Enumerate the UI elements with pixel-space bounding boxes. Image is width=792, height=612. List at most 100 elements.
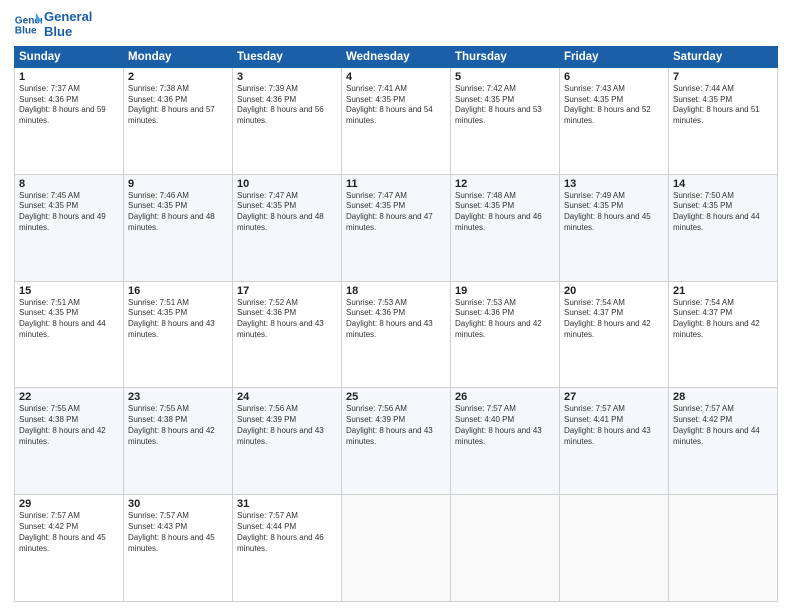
cell-content: Sunrise: 7:48 AMSunset: 4:35 PMDaylight:…: [455, 191, 555, 234]
cell-content: Sunrise: 7:51 AMSunset: 4:35 PMDaylight:…: [19, 298, 119, 341]
calendar-cell: 2 Sunrise: 7:38 AMSunset: 4:36 PMDayligh…: [124, 67, 233, 174]
weekday-header-thursday: Thursday: [451, 46, 560, 67]
cell-content: Sunrise: 7:45 AMSunset: 4:35 PMDaylight:…: [19, 191, 119, 234]
cell-content: Sunrise: 7:56 AMSunset: 4:39 PMDaylight:…: [346, 404, 446, 447]
day-number: 8: [19, 178, 119, 190]
calendar-cell: 18 Sunrise: 7:53 AMSunset: 4:36 PMDaylig…: [342, 281, 451, 388]
cell-content: Sunrise: 7:54 AMSunset: 4:37 PMDaylight:…: [564, 298, 664, 341]
cell-content: Sunrise: 7:57 AMSunset: 4:42 PMDaylight:…: [673, 404, 773, 447]
weekday-header-monday: Monday: [124, 46, 233, 67]
day-number: 6: [564, 71, 664, 83]
calendar-cell: 23 Sunrise: 7:55 AMSunset: 4:38 PMDaylig…: [124, 388, 233, 495]
cell-content: Sunrise: 7:42 AMSunset: 4:35 PMDaylight:…: [455, 84, 555, 127]
weekday-header-tuesday: Tuesday: [233, 46, 342, 67]
cell-content: Sunrise: 7:44 AMSunset: 4:35 PMDaylight:…: [673, 84, 773, 127]
cell-content: Sunrise: 7:57 AMSunset: 4:44 PMDaylight:…: [237, 511, 337, 554]
week-row-2: 8 Sunrise: 7:45 AMSunset: 4:35 PMDayligh…: [15, 174, 778, 281]
calendar-cell: 4 Sunrise: 7:41 AMSunset: 4:35 PMDayligh…: [342, 67, 451, 174]
logo-icon: General Blue: [14, 11, 42, 39]
day-number: 9: [128, 178, 228, 190]
calendar-cell: 26 Sunrise: 7:57 AMSunset: 4:40 PMDaylig…: [451, 388, 560, 495]
day-number: 7: [673, 71, 773, 83]
cell-content: Sunrise: 7:46 AMSunset: 4:35 PMDaylight:…: [128, 191, 228, 234]
day-number: 19: [455, 285, 555, 297]
day-number: 26: [455, 391, 555, 403]
calendar-cell: 5 Sunrise: 7:42 AMSunset: 4:35 PMDayligh…: [451, 67, 560, 174]
weekday-header-row: SundayMondayTuesdayWednesdayThursdayFrid…: [15, 46, 778, 67]
weekday-header-sunday: Sunday: [15, 46, 124, 67]
cell-content: Sunrise: 7:57 AMSunset: 4:41 PMDaylight:…: [564, 404, 664, 447]
calendar-cell: [669, 495, 778, 602]
cell-content: Sunrise: 7:39 AMSunset: 4:36 PMDaylight:…: [237, 84, 337, 127]
day-number: 16: [128, 285, 228, 297]
cell-content: Sunrise: 7:57 AMSunset: 4:40 PMDaylight:…: [455, 404, 555, 447]
calendar-cell: 25 Sunrise: 7:56 AMSunset: 4:39 PMDaylig…: [342, 388, 451, 495]
day-number: 22: [19, 391, 119, 403]
day-number: 28: [673, 391, 773, 403]
cell-content: Sunrise: 7:56 AMSunset: 4:39 PMDaylight:…: [237, 404, 337, 447]
calendar-cell: 12 Sunrise: 7:48 AMSunset: 4:35 PMDaylig…: [451, 174, 560, 281]
week-row-4: 22 Sunrise: 7:55 AMSunset: 4:38 PMDaylig…: [15, 388, 778, 495]
day-number: 5: [455, 71, 555, 83]
day-number: 1: [19, 71, 119, 83]
weekday-header-friday: Friday: [560, 46, 669, 67]
cell-content: Sunrise: 7:52 AMSunset: 4:36 PMDaylight:…: [237, 298, 337, 341]
cell-content: Sunrise: 7:54 AMSunset: 4:37 PMDaylight:…: [673, 298, 773, 341]
logo-text: General Blue: [44, 10, 92, 40]
header: General Blue General Blue: [14, 10, 778, 40]
day-number: 13: [564, 178, 664, 190]
calendar-cell: 16 Sunrise: 7:51 AMSunset: 4:35 PMDaylig…: [124, 281, 233, 388]
day-number: 24: [237, 391, 337, 403]
day-number: 11: [346, 178, 446, 190]
day-number: 27: [564, 391, 664, 403]
svg-text:Blue: Blue: [15, 25, 37, 36]
calendar-cell: 20 Sunrise: 7:54 AMSunset: 4:37 PMDaylig…: [560, 281, 669, 388]
cell-content: Sunrise: 7:47 AMSunset: 4:35 PMDaylight:…: [237, 191, 337, 234]
day-number: 4: [346, 71, 446, 83]
calendar-cell: 7 Sunrise: 7:44 AMSunset: 4:35 PMDayligh…: [669, 67, 778, 174]
calendar-cell: 10 Sunrise: 7:47 AMSunset: 4:35 PMDaylig…: [233, 174, 342, 281]
day-number: 25: [346, 391, 446, 403]
day-number: 2: [128, 71, 228, 83]
cell-content: Sunrise: 7:55 AMSunset: 4:38 PMDaylight:…: [19, 404, 119, 447]
calendar-cell: 24 Sunrise: 7:56 AMSunset: 4:39 PMDaylig…: [233, 388, 342, 495]
day-number: 12: [455, 178, 555, 190]
cell-content: Sunrise: 7:41 AMSunset: 4:35 PMDaylight:…: [346, 84, 446, 127]
day-number: 14: [673, 178, 773, 190]
day-number: 10: [237, 178, 337, 190]
weekday-header-saturday: Saturday: [669, 46, 778, 67]
calendar-cell: 30 Sunrise: 7:57 AMSunset: 4:43 PMDaylig…: [124, 495, 233, 602]
day-number: 18: [346, 285, 446, 297]
day-number: 21: [673, 285, 773, 297]
week-row-5: 29 Sunrise: 7:57 AMSunset: 4:42 PMDaylig…: [15, 495, 778, 602]
calendar-cell: 17 Sunrise: 7:52 AMSunset: 4:36 PMDaylig…: [233, 281, 342, 388]
calendar-cell: 11 Sunrise: 7:47 AMSunset: 4:35 PMDaylig…: [342, 174, 451, 281]
calendar-table: SundayMondayTuesdayWednesdayThursdayFrid…: [14, 46, 778, 602]
cell-content: Sunrise: 7:51 AMSunset: 4:35 PMDaylight:…: [128, 298, 228, 341]
weekday-header-wednesday: Wednesday: [342, 46, 451, 67]
day-number: 17: [237, 285, 337, 297]
cell-content: Sunrise: 7:49 AMSunset: 4:35 PMDaylight:…: [564, 191, 664, 234]
cell-content: Sunrise: 7:47 AMSunset: 4:35 PMDaylight:…: [346, 191, 446, 234]
calendar-cell: [560, 495, 669, 602]
calendar-cell: 14 Sunrise: 7:50 AMSunset: 4:35 PMDaylig…: [669, 174, 778, 281]
cell-content: Sunrise: 7:55 AMSunset: 4:38 PMDaylight:…: [128, 404, 228, 447]
calendar-cell: 29 Sunrise: 7:57 AMSunset: 4:42 PMDaylig…: [15, 495, 124, 602]
calendar-cell: 28 Sunrise: 7:57 AMSunset: 4:42 PMDaylig…: [669, 388, 778, 495]
cell-content: Sunrise: 7:50 AMSunset: 4:35 PMDaylight:…: [673, 191, 773, 234]
calendar-cell: [342, 495, 451, 602]
calendar-cell: 22 Sunrise: 7:55 AMSunset: 4:38 PMDaylig…: [15, 388, 124, 495]
calendar-cell: 13 Sunrise: 7:49 AMSunset: 4:35 PMDaylig…: [560, 174, 669, 281]
calendar-cell: [451, 495, 560, 602]
calendar-cell: 21 Sunrise: 7:54 AMSunset: 4:37 PMDaylig…: [669, 281, 778, 388]
day-number: 20: [564, 285, 664, 297]
calendar-cell: 15 Sunrise: 7:51 AMSunset: 4:35 PMDaylig…: [15, 281, 124, 388]
cell-content: Sunrise: 7:57 AMSunset: 4:42 PMDaylight:…: [19, 511, 119, 554]
day-number: 30: [128, 498, 228, 510]
cell-content: Sunrise: 7:38 AMSunset: 4:36 PMDaylight:…: [128, 84, 228, 127]
calendar-cell: 27 Sunrise: 7:57 AMSunset: 4:41 PMDaylig…: [560, 388, 669, 495]
week-row-3: 15 Sunrise: 7:51 AMSunset: 4:35 PMDaylig…: [15, 281, 778, 388]
week-row-1: 1 Sunrise: 7:37 AMSunset: 4:36 PMDayligh…: [15, 67, 778, 174]
day-number: 23: [128, 391, 228, 403]
day-number: 15: [19, 285, 119, 297]
